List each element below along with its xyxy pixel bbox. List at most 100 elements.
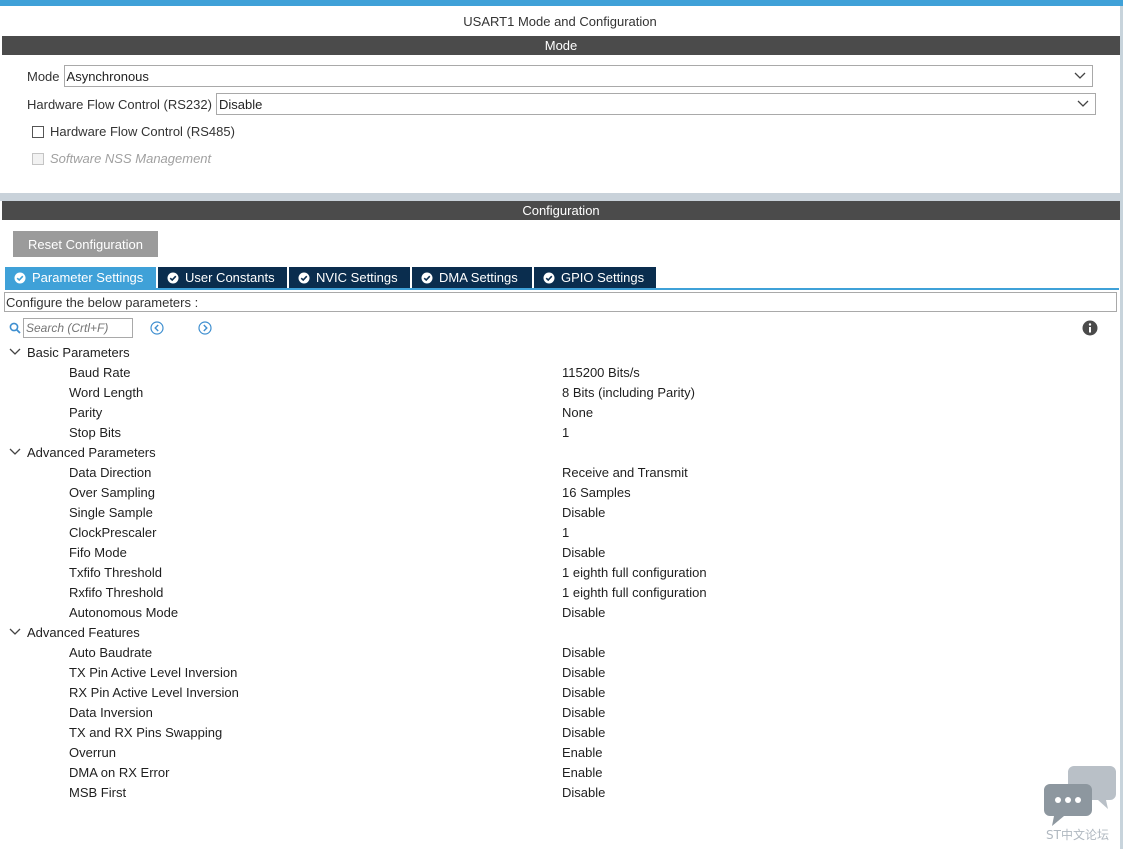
param-value[interactable]: Disable [562,725,605,740]
param-name: TX and RX Pins Swapping [69,724,223,740]
check-circle-icon [543,272,555,283]
group-basic-parameters[interactable]: Basic Parameters [0,342,1120,362]
tab-dma-settings[interactable]: DMA Settings [412,267,532,288]
param-name: Data Direction [69,464,152,480]
param-row[interactable]: Data Direction Receive and Transmit [0,462,1120,482]
param-name: Parity [69,404,103,420]
chevron-down-icon [1077,100,1089,107]
param-name: Rxfifo Threshold [69,584,164,600]
param-row[interactable]: Stop Bits 1 [0,422,1120,442]
param-value[interactable]: 1 eighth full configuration [562,585,707,600]
previous-result-icon[interactable] [150,321,164,335]
param-row[interactable]: Autonomous Mode Disable [0,602,1120,622]
chevron-down-icon[interactable] [9,347,21,357]
param-value[interactable]: Disable [562,665,605,680]
param-name: Auto Baudrate [69,644,153,660]
param-row[interactable]: Overrun Enable [0,742,1120,762]
param-row[interactable]: Fifo Mode Disable [0,542,1120,562]
software-nss-label: Software NSS Management [50,151,212,166]
param-name: Fifo Mode [69,544,127,560]
mode-select-value: Asynchronous [66,68,149,84]
hw-flow-rs485-checkbox[interactable] [32,125,44,138]
tab-gpio-settings[interactable]: GPIO Settings [534,267,656,288]
chevron-down-icon[interactable] [9,627,21,637]
tab-label: GPIO Settings [561,270,645,285]
check-circle-icon [298,272,310,283]
param-value[interactable]: None [562,405,593,420]
param-value[interactable]: Enable [562,745,602,760]
reset-configuration-button[interactable]: Reset Configuration [13,231,158,257]
hw-flow-rs232-value: Disable [218,96,263,112]
software-nss-row: Software NSS Management [32,151,211,166]
param-name: MSB First [69,784,127,800]
tab-label: Parameter Settings [32,270,144,285]
group-label: Advanced Parameters [27,444,156,460]
param-row[interactable]: ClockPrescaler 1 [0,522,1120,542]
param-value[interactable]: Disable [562,685,605,700]
group-advanced-parameters[interactable]: Advanced Parameters [0,442,1120,462]
param-row[interactable]: Txfifo Threshold 1 eighth full configurat… [0,562,1120,582]
group-label: Advanced Features [27,624,140,640]
param-value[interactable]: Disable [562,545,605,560]
param-value[interactable]: 1 [562,525,569,540]
param-row[interactable]: Baud Rate 115200 Bits/s [0,362,1120,382]
param-name: Word Length [69,384,144,400]
param-value[interactable]: 16 Samples [562,485,631,500]
param-row[interactable]: Word Length 8 Bits (including Parity) [0,382,1120,402]
hw-flow-rs485-label: Hardware Flow Control (RS485) [50,124,235,139]
tab-label: DMA Settings [439,270,518,285]
group-advanced-features[interactable]: Advanced Features [0,622,1120,642]
panel-separator [0,193,1120,201]
info-icon[interactable] [1082,320,1098,336]
param-row[interactable]: Single Sample Disable [0,502,1120,522]
param-name: ClockPrescaler [69,524,157,540]
tab-parameter-settings[interactable]: Parameter Settings [5,267,156,288]
param-row[interactable]: RX Pin Active Level Inversion Disable [0,682,1120,702]
search-input[interactable] [23,318,133,338]
chevron-down-icon [1074,72,1085,79]
mode-select[interactable]: Asynchronous [63,65,1093,87]
param-row[interactable]: DMA on RX Error Enable [0,762,1120,782]
param-row[interactable]: Data Inversion Disable [0,702,1120,722]
param-row[interactable]: Rxfifo Threshold 1 eighth full configurat… [0,582,1120,602]
param-value[interactable]: 8 Bits (including Parity) [562,385,695,400]
param-value[interactable]: Disable [562,605,605,620]
param-value[interactable]: Disable [562,785,605,800]
param-name: DMA on RX Error [69,764,170,780]
chevron-down-icon[interactable] [9,447,21,457]
param-row[interactable]: Auto Baudrate Disable [0,642,1120,662]
param-row[interactable]: TX Pin Active Level Inversion Disable [0,662,1120,682]
param-name: Txfifo Threshold [69,564,162,580]
tab-nvic-settings[interactable]: NVIC Settings [289,267,410,288]
hw-flow-rs232-label: Hardware Flow Control (RS232) [27,96,212,112]
param-value[interactable]: 115200 Bits/s [562,365,640,380]
config-tabs: Parameter Settings User Constants NVIC S… [5,267,656,288]
hw-flow-rs232-row: Hardware Flow Control (RS232) Disable [27,93,1096,115]
param-row[interactable]: Parity None [0,402,1120,422]
tab-user-constants[interactable]: User Constants [158,267,287,288]
param-value[interactable]: 1 [562,425,569,440]
param-row[interactable]: Over Sampling 16 Samples [0,482,1120,502]
param-name: Over Sampling [69,484,155,500]
param-row[interactable]: TX and RX Pins Swapping Disable [0,722,1120,742]
search-bar [9,318,133,338]
group-label: Basic Parameters [27,344,130,360]
mode-row: Mode Asynchronous [27,65,1093,87]
hw-flow-rs232-select[interactable]: Disable [215,93,1096,115]
param-value[interactable]: Disable [562,645,605,660]
tab-label: User Constants [185,270,275,285]
parameter-tree: Basic Parameters Baud Rate 115200 Bits/s … [0,342,1120,802]
software-nss-checkbox [32,152,44,165]
param-value[interactable]: Receive and Transmit [562,465,688,480]
param-name: Baud Rate [69,364,131,380]
next-result-icon[interactable] [198,321,212,335]
param-row[interactable]: MSB First Disable [0,782,1120,802]
param-value[interactable]: Disable [562,705,605,720]
param-value[interactable]: 1 eighth full configuration [562,565,707,580]
param-value[interactable]: Disable [562,505,605,520]
check-circle-icon [14,272,26,283]
mode-section-header: Mode [2,36,1120,55]
hw-flow-rs485-row[interactable]: Hardware Flow Control (RS485) [32,124,235,139]
param-name: Stop Bits [69,424,122,440]
param-value[interactable]: Enable [562,765,602,780]
